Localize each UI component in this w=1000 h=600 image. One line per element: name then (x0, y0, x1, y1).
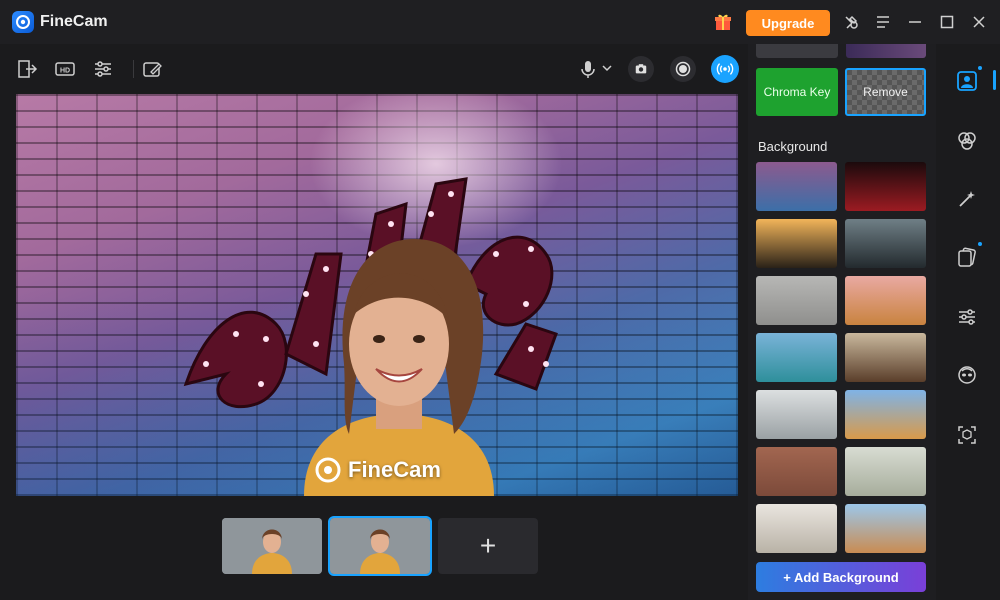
avatar-mask-icon[interactable] (956, 364, 978, 386)
menu-icon[interactable] (874, 13, 892, 31)
upgrade-button[interactable]: Upgrade (746, 10, 830, 36)
close-icon[interactable] (970, 13, 988, 31)
background-tile-plant-corner[interactable] (845, 447, 926, 496)
add-background-button[interactable]: + Add Background (756, 562, 926, 592)
annotate-icon[interactable] (141, 58, 163, 80)
background-tile-mountain-lake[interactable] (756, 333, 837, 382)
background-tile-rocky-desert[interactable] (845, 504, 926, 553)
background-tile-bright-office[interactable] (756, 390, 837, 439)
finecam-watermark-icon (315, 457, 341, 483)
notification-dot (978, 66, 982, 70)
background-heading: Background (758, 139, 828, 154)
microphone-icon[interactable] (577, 58, 599, 80)
chroma-key-button[interactable]: Chroma Key (756, 68, 838, 116)
background-tile-desert-dunes[interactable] (845, 390, 926, 439)
magic-wand-icon[interactable] (956, 188, 978, 210)
scene-thumbnail-selected[interactable] (328, 516, 432, 576)
finecam-logo-icon (12, 11, 34, 33)
filters-icon[interactable] (956, 130, 978, 152)
svg-text:HD: HD (60, 68, 70, 75)
live-stream-button[interactable] (711, 55, 739, 83)
portrait-background-icon[interactable] (956, 70, 978, 92)
background-tile-gallery-wall[interactable] (756, 504, 837, 553)
record-button[interactable] (670, 56, 696, 82)
toolbar-divider (133, 60, 134, 78)
background-tile-sunset-field[interactable] (756, 219, 837, 268)
chevron-down-icon[interactable] (599, 60, 615, 76)
hd-icon[interactable]: HD (54, 58, 76, 80)
background-tile-red-brick-wall[interactable] (756, 447, 837, 496)
rail-active-indicator (993, 70, 996, 90)
ar-cube-icon[interactable] (956, 424, 978, 446)
record-icon (675, 61, 691, 77)
camera-preview[interactable]: FineCam (16, 94, 738, 496)
snapshot-button[interactable] (628, 56, 654, 82)
background-tile-modern-office-window[interactable] (845, 219, 926, 268)
watermark: FineCam (314, 456, 441, 484)
background-tile-eiffel-tower-sky[interactable] (845, 276, 926, 325)
app-title: FineCam (40, 13, 108, 30)
watermark-text: FineCam (348, 457, 441, 482)
exit-icon[interactable] (16, 58, 38, 80)
background-tile-library-interior[interactable] (845, 333, 926, 382)
scene-thumbnail[interactable] (222, 518, 322, 574)
minimize-icon[interactable] (906, 13, 924, 31)
broadcast-icon (716, 63, 734, 75)
background-tile-grey-concrete[interactable] (756, 276, 837, 325)
stickers-icon[interactable] (956, 246, 978, 268)
pin-icon[interactable] (842, 13, 860, 31)
adjust-sliders-icon[interactable] (92, 58, 114, 80)
remove-background-button[interactable]: Remove (845, 68, 926, 116)
camera-icon (635, 64, 647, 74)
gift-icon[interactable] (713, 12, 733, 32)
background-tile-cinema-seats[interactable] (845, 162, 926, 211)
add-scene-button[interactable]: + (438, 518, 538, 574)
effect-tile-partial[interactable] (756, 44, 838, 58)
settings-sliders-icon[interactable] (956, 306, 978, 328)
notification-dot (978, 242, 982, 246)
effect-tile-partial[interactable] (846, 44, 926, 58)
maximize-icon[interactable] (938, 13, 956, 31)
background-tile-neon-brick-wall[interactable] (756, 162, 837, 211)
